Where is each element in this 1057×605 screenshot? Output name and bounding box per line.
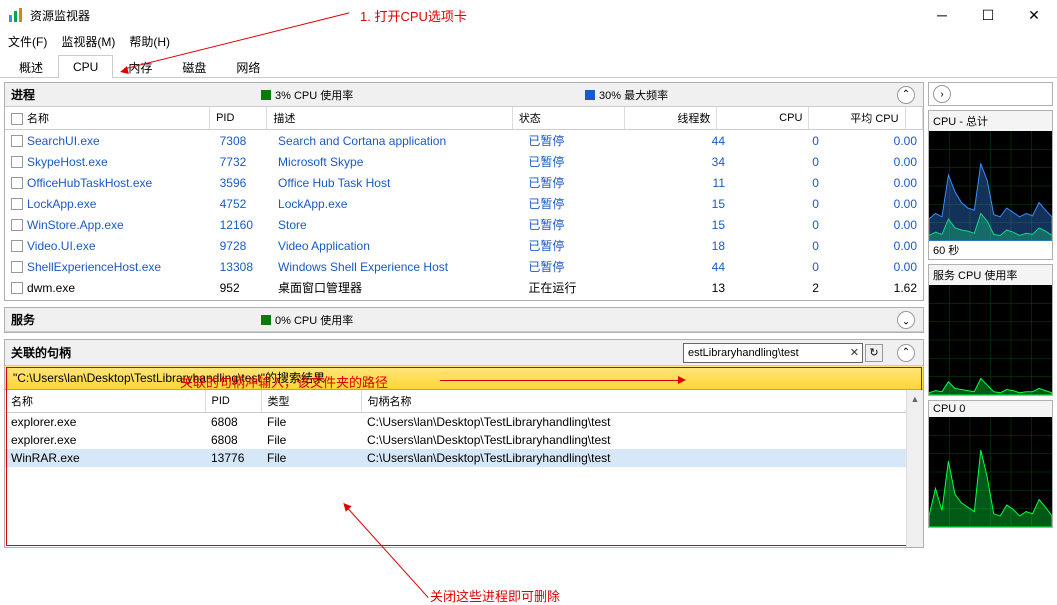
- max-freq-text: 30% 最大频率: [599, 87, 668, 103]
- tab-network[interactable]: 网络: [221, 54, 275, 77]
- menu-monitor[interactable]: 监视器(M): [61, 33, 115, 50]
- table-row[interactable]: WinRAR.exe13776FileC:\Users\lan\Desktop\…: [5, 449, 923, 467]
- scrollbar[interactable]: ▲: [906, 390, 923, 547]
- expand-button[interactable]: ⌃: [897, 311, 915, 329]
- col-desc[interactable]: 描述: [267, 107, 512, 130]
- checkbox-all[interactable]: [11, 113, 23, 125]
- table-row[interactable]: OfficeHubTaskHost.exe3596Office Hub Task…: [5, 172, 923, 193]
- table-row[interactable]: explorer.exe6808FileC:\Users\lan\Desktop…: [5, 413, 923, 432]
- close-button[interactable]: ✕: [1011, 0, 1057, 30]
- graph-service-cpu: 服务 CPU 使用率: [928, 264, 1053, 396]
- tab-disk[interactable]: 磁盘: [167, 54, 221, 77]
- window-controls: ─ ☐ ✕: [919, 0, 1057, 30]
- cpu-usage-indicator: 3% CPU 使用率: [261, 87, 353, 103]
- hcol-type[interactable]: 类型: [261, 390, 361, 413]
- processes-panel: 进程 3% CPU 使用率 30% 最大频率 ⌃ 名称 PID 描述 状态: [4, 82, 924, 301]
- table-row[interactable]: SkypeHost.exe7732Microsoft Skype已暂停3400.…: [5, 151, 923, 172]
- services-cpu-indicator: 0% CPU 使用率: [261, 312, 353, 328]
- graph-cpu-total: CPU - 总计 60 秒: [928, 110, 1053, 260]
- checkbox[interactable]: [11, 261, 23, 273]
- tab-cpu[interactable]: CPU: [58, 55, 113, 78]
- hcol-name[interactable]: 名称: [5, 390, 205, 413]
- handles-table: 名称 PID 类型 句柄名称 explorer.exe6808FileC:\Us…: [5, 390, 923, 467]
- processes-title: 进程: [11, 86, 35, 103]
- refresh-search-button[interactable]: ↻: [865, 344, 883, 362]
- col-name[interactable]: 名称: [5, 107, 210, 130]
- handles-panel: 关联的句柄 ✕ ↻ ⌃ "C:\Users\lan\Desktop\TestLi…: [4, 339, 924, 548]
- services-title: 服务: [11, 311, 35, 328]
- col-threads[interactable]: 线程数: [625, 107, 717, 130]
- graph1-sublabel: 60 秒: [929, 241, 1052, 259]
- app-icon: [8, 7, 24, 23]
- processes-table: SearchUI.exe7308Search and Cortana appli…: [5, 130, 923, 298]
- col-cpu[interactable]: CPU: [717, 107, 809, 130]
- services-panel: 服务 0% CPU 使用率 ⌃: [4, 307, 924, 333]
- table-row[interactable]: explorer.exe6808FileC:\Users\lan\Desktop…: [5, 431, 923, 449]
- table-row[interactable]: WinStore.App.exe12160Store已暂停1500.00: [5, 214, 923, 235]
- menubar: 文件(F) 监视器(M) 帮助(H): [0, 30, 1057, 52]
- minimize-button[interactable]: ─: [919, 0, 965, 30]
- checkbox[interactable]: [11, 198, 23, 210]
- table-row[interactable]: LockApp.exe4752LockApp.exe已暂停1500.00: [5, 193, 923, 214]
- checkbox[interactable]: [11, 240, 23, 252]
- green-square-icon: [261, 315, 271, 325]
- collapse-button[interactable]: ⌃: [897, 344, 915, 362]
- sidebar-graphs: › CPU - 总计 60 秒 服务 CPU 使用率 CPU 0: [928, 78, 1057, 604]
- checkbox[interactable]: [11, 219, 23, 231]
- checkbox[interactable]: [11, 156, 23, 168]
- handles-search-input[interactable]: [683, 343, 863, 363]
- graph2-title: 服务 CPU 使用率: [929, 265, 1052, 285]
- hcol-pid[interactable]: PID: [205, 390, 261, 413]
- processes-scroll[interactable]: SearchUI.exe7308Search and Cortana appli…: [5, 130, 923, 300]
- blue-square-icon: [585, 90, 595, 100]
- table-row[interactable]: SearchUI.exe7308Search and Cortana appli…: [5, 130, 923, 151]
- col-status[interactable]: 状态: [512, 107, 625, 130]
- green-square-icon: [261, 90, 271, 100]
- tab-overview[interactable]: 概述: [4, 54, 58, 77]
- graph1-title: CPU - 总计: [929, 111, 1052, 131]
- services-cpu-text: 0% CPU 使用率: [275, 312, 353, 328]
- graph3-title: CPU 0: [929, 401, 1052, 417]
- table-row[interactable]: ShellExperienceHost.exe13308Windows Shel…: [5, 256, 923, 277]
- col-avg[interactable]: 平均 CPU: [809, 107, 905, 130]
- menu-file[interactable]: 文件(F): [8, 33, 47, 50]
- table-row[interactable]: Video.UI.exe9728Video Application已暂停1800…: [5, 235, 923, 256]
- clear-search-icon[interactable]: ✕: [850, 346, 859, 359]
- handles-title: 关联的句柄: [11, 344, 71, 361]
- checkbox[interactable]: [11, 282, 23, 294]
- processes-table-header: 名称 PID 描述 状态 线程数 CPU 平均 CPU: [5, 107, 923, 130]
- cpu-usage-text: 3% CPU 使用率: [275, 87, 353, 103]
- search-results-banner: "C:\Users\lan\Desktop\TestLibraryhandlin…: [5, 366, 923, 390]
- table-row[interactable]: dwm.exe952桌面窗口管理器正在运行1321.62: [5, 277, 923, 298]
- max-freq-indicator: 30% 最大频率: [585, 87, 668, 103]
- hcol-handle[interactable]: 句柄名称: [361, 390, 923, 413]
- checkbox[interactable]: [11, 135, 23, 147]
- titlebar: 资源监视器 ─ ☐ ✕: [0, 0, 1057, 30]
- tabs: 概述 CPU 内存 磁盘 网络: [0, 52, 1057, 78]
- col-pid[interactable]: PID: [210, 107, 267, 130]
- menu-help[interactable]: 帮助(H): [129, 33, 170, 50]
- graph-cpu0: CPU 0: [928, 400, 1053, 528]
- scroll-up-icon[interactable]: ▲: [907, 390, 923, 407]
- tab-memory[interactable]: 内存: [113, 54, 167, 77]
- maximize-button[interactable]: ☐: [965, 0, 1011, 30]
- sidebar-collapse-button[interactable]: ›: [933, 85, 951, 103]
- checkbox[interactable]: [11, 177, 23, 189]
- collapse-button[interactable]: ⌃: [897, 86, 915, 104]
- app-title: 资源监视器: [30, 7, 90, 24]
- sidebar-header: ›: [928, 82, 1053, 106]
